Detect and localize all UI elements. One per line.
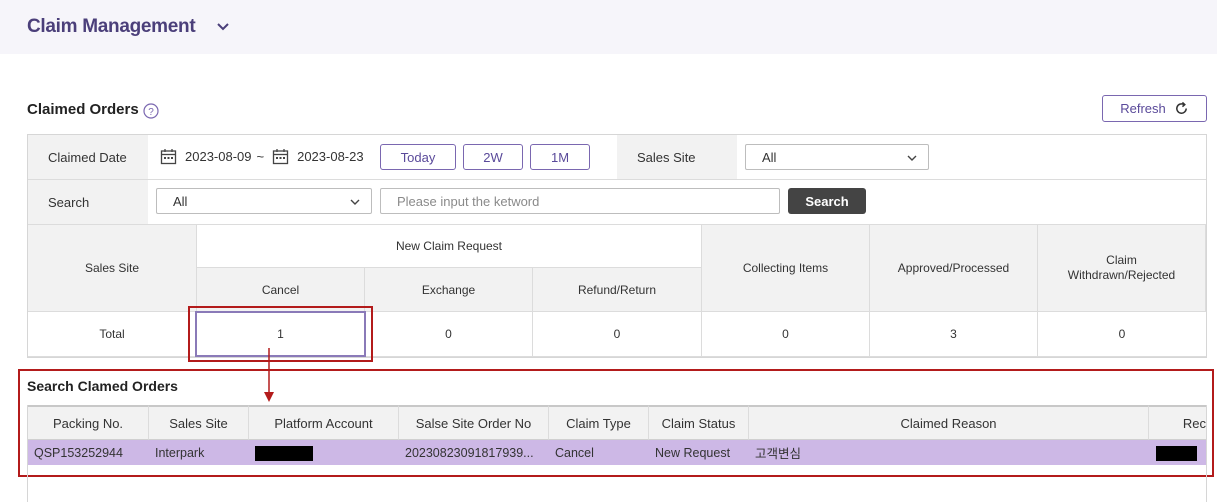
- cell-claimed-reason[interactable]: 고객변심: [749, 440, 1149, 465]
- cell-claim-status[interactable]: New Request: [649, 440, 749, 465]
- chevron-down-icon: [350, 199, 360, 205]
- col-group-new-claim: New Claim Request: [197, 225, 702, 268]
- chevron-down-icon: [907, 155, 917, 161]
- results-table: Packing No. Sales Site Platform Account …: [27, 405, 1207, 502]
- sales-site-value: All: [762, 149, 777, 165]
- date-to[interactable]: 2023-08-23: [297, 149, 364, 164]
- th-order-no[interactable]: Salse Site Order No: [399, 405, 549, 440]
- th-rec[interactable]: Rec: [1149, 405, 1206, 440]
- cell-packing-no[interactable]: QSP153252944: [28, 440, 149, 465]
- refresh-button[interactable]: Refresh: [1102, 95, 1207, 122]
- search-type-value: All: [173, 193, 188, 209]
- search-type-select[interactable]: All: [156, 188, 372, 214]
- refresh-icon: [1175, 101, 1187, 114]
- col-collecting-items: Collecting Items: [702, 225, 870, 312]
- claim-withdrawn-count[interactable]: 0: [1038, 312, 1206, 357]
- col-exchange: Exchange: [365, 268, 533, 312]
- col-refund-return: Refund/Return: [533, 268, 702, 312]
- th-claim-status[interactable]: Claim Status: [649, 405, 749, 440]
- col-claim-withdrawn-rejected: Claim Withdrawn/Rejected: [1038, 225, 1206, 312]
- annotation-highlight-box: [188, 306, 373, 362]
- help-circle-icon[interactable]: ?: [143, 103, 159, 119]
- th-claimed-reason[interactable]: Claimed Reason: [749, 405, 1149, 440]
- th-sales-site[interactable]: Sales Site: [149, 405, 249, 440]
- sales-site-select[interactable]: All: [745, 144, 929, 170]
- col-sales-site: Sales Site: [28, 225, 197, 312]
- section-title: Claimed Orders: [27, 101, 139, 118]
- cell-platform-account-redacted: [255, 446, 313, 461]
- th-platform-account[interactable]: Platform Account: [249, 405, 399, 440]
- search-label: Search: [28, 180, 148, 224]
- chevron-down-icon[interactable]: [214, 18, 232, 36]
- divider: [28, 179, 1206, 180]
- th-packing-no[interactable]: Packing No.: [28, 405, 149, 440]
- top-bar: Claim Management: [0, 0, 1217, 54]
- collecting-items-count[interactable]: 0: [702, 312, 870, 357]
- exchange-count[interactable]: 0: [365, 312, 533, 357]
- refresh-label: Refresh: [1120, 101, 1166, 116]
- calendar-icon[interactable]: [160, 148, 177, 165]
- date-range[interactable]: 2023-08-09 ~ 2023-08-23: [160, 148, 364, 165]
- col-approved-processed: Approved/Processed: [870, 225, 1038, 312]
- today-button[interactable]: Today: [380, 144, 456, 170]
- claimed-date-label: Claimed Date: [28, 135, 148, 179]
- search-button[interactable]: Search: [788, 188, 866, 214]
- two-weeks-button[interactable]: 2W: [463, 144, 523, 170]
- cell-claim-type[interactable]: Cancel: [549, 440, 649, 465]
- refund-return-count[interactable]: 0: [533, 312, 702, 357]
- calendar-icon[interactable]: [272, 148, 289, 165]
- svg-text:?: ?: [148, 107, 154, 118]
- cell-rec-redacted: [1156, 446, 1197, 461]
- approved-processed-count[interactable]: 3: [870, 312, 1038, 357]
- cell-sales-site[interactable]: Interpark: [149, 440, 249, 465]
- results-title: Search Clamed Orders: [27, 378, 178, 394]
- one-month-button[interactable]: 1M: [530, 144, 590, 170]
- cell-order-no[interactable]: 20230823091817939...: [399, 440, 549, 465]
- th-claim-type[interactable]: Claim Type: [549, 405, 649, 440]
- date-from[interactable]: 2023-08-09: [185, 149, 252, 164]
- page-title: Claim Management: [27, 16, 196, 37]
- sales-site-label: Sales Site: [617, 135, 737, 179]
- keyword-input[interactable]: Please input the ketword: [380, 188, 780, 214]
- row-total-label: Total: [28, 312, 197, 357]
- date-separator: ~: [256, 149, 265, 164]
